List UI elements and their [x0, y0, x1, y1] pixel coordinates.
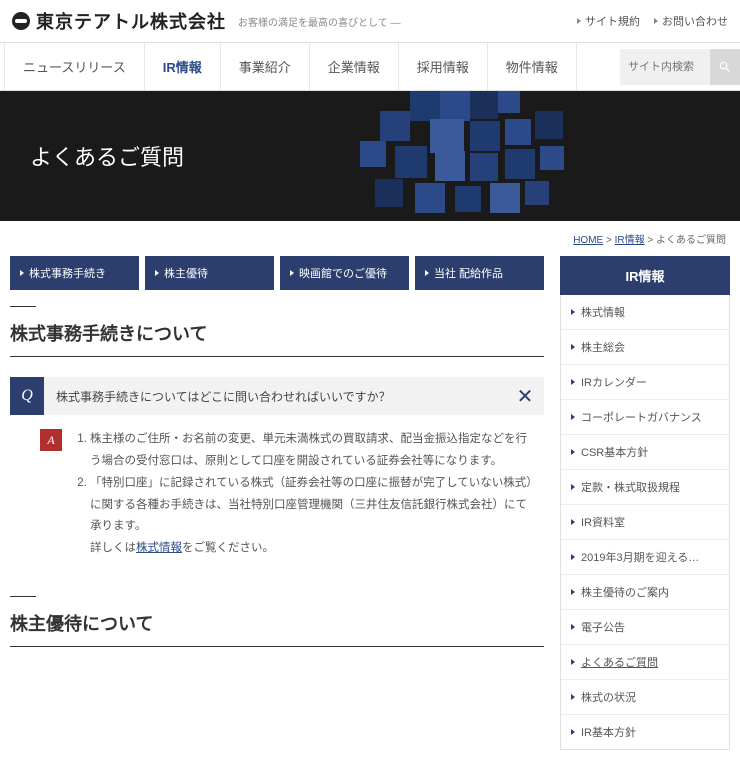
sidebar-item-7[interactable]: 2019年3月期を迎える… — [561, 540, 729, 575]
sidebar-item-9[interactable]: 電子公告 — [561, 610, 729, 645]
sidebar-item-3[interactable]: コーポレートガバナンス — [561, 400, 729, 435]
section-title-benefit: 株主優待について — [10, 610, 544, 647]
header-links: サイト規約 お問い合わせ — [577, 13, 728, 29]
breadcrumb-home[interactable]: HOME — [573, 235, 603, 246]
header: 東京テアトル株式会社 お客様の満足を最高の喜びとして — サイト規約 お問い合わ… — [0, 0, 740, 42]
search-icon — [718, 60, 732, 74]
tab-2[interactable]: 映画館でのご優待 — [280, 256, 409, 290]
company-name: 東京テアトル株式会社 — [36, 8, 226, 34]
tagline: お客様の満足を最高の喜びとして — — [238, 14, 400, 29]
q-badge: Q — [10, 377, 44, 415]
nav-item-4[interactable]: 採用情報 — [399, 43, 488, 90]
question-text: 株式事務手続きについてはどこに問い合わせればいいですか？ — [44, 388, 506, 405]
nav-item-0[interactable]: ニュースリリース — [4, 43, 145, 90]
sidebar-item-0[interactable]: 株式情報 — [561, 295, 729, 330]
sidebar-item-5[interactable]: 定款・株式取扱規程 — [561, 470, 729, 505]
page-title: よくあるご質問 — [30, 140, 184, 172]
qa-block: Q 株式事務手続きについてはどこに問い合わせればいいですか？ ✕ A 株主様のご… — [10, 377, 544, 560]
sidebar-item-1[interactable]: 株主総会 — [561, 330, 729, 365]
nav-item-1[interactable]: IR情報 — [145, 43, 221, 90]
answer-row: A 株主様のご住所・お名前の変更、単元未満株式の買取請求、配当金振込指定などを行… — [10, 415, 544, 560]
answer-item-1: 株主様のご住所・お名前の変更、単元未満株式の買取請求、配当金振込指定などを行う場… — [90, 429, 534, 473]
main-content: 株式事務手続き株主優待映画館でのご優待当社 配給作品 株式事務手続きについて Q… — [10, 256, 544, 750]
sidebar-item-4[interactable]: CSR基本方針 — [561, 435, 729, 470]
tab-1[interactable]: 株主優待 — [145, 256, 274, 290]
sidebar-list: 株式情報株主総会IRカレンダーコーポレートガバナンスCSR基本方針定款・株式取扱… — [560, 295, 730, 750]
sidebar-item-10[interactable]: よくあるご質問 — [561, 645, 729, 680]
section-title-stock: 株式事務手続きについて — [10, 320, 544, 357]
main-nav: ニュースリリースIR情報事業紹介企業情報採用情報物件情報 — [0, 42, 740, 91]
breadcrumb-ir[interactable]: IR情報 — [615, 235, 645, 246]
search-input[interactable] — [620, 61, 710, 73]
sidebar-item-12[interactable]: IR基本方針 — [561, 715, 729, 749]
breadcrumb: HOME > IR情報 > よくあるご質問 — [0, 221, 740, 256]
sidebar-item-11[interactable]: 株式の状況 — [561, 680, 729, 715]
sidebar-item-8[interactable]: 株主優待のご案内 — [561, 575, 729, 610]
nav-item-2[interactable]: 事業紹介 — [221, 43, 310, 90]
tab-3[interactable]: 当社 配給作品 — [415, 256, 544, 290]
nav-item-5[interactable]: 物件情報 — [488, 43, 577, 90]
search-box — [620, 49, 740, 85]
answer-item-2: 「特別口座」に記録されている株式（証券会社等の口座に振替が完了していない株式）に… — [90, 473, 534, 560]
nav-item-3[interactable]: 企業情報 — [310, 43, 399, 90]
sidebar-heading: IR情報 — [560, 256, 730, 295]
sidebar-item-2[interactable]: IRカレンダー — [561, 365, 729, 400]
a-badge: A — [40, 429, 62, 451]
sidebar-item-6[interactable]: IR資料室 — [561, 505, 729, 540]
link-contact[interactable]: お問い合わせ — [654, 13, 728, 29]
link-terms[interactable]: サイト規約 — [577, 13, 640, 29]
hero-pattern — [320, 91, 600, 221]
question-row[interactable]: Q 株式事務手続きについてはどこに問い合わせればいいですか？ ✕ — [10, 377, 544, 415]
logo-icon — [12, 12, 30, 30]
search-button[interactable] — [710, 49, 740, 85]
answer-body: 株主様のご住所・お名前の変更、単元未満株式の買取請求、配当金振込指定などを行う場… — [62, 429, 534, 560]
sidebar: IR情報 株式情報株主総会IRカレンダーコーポレートガバナンスCSR基本方針定款… — [560, 256, 730, 750]
breadcrumb-current: よくあるご質問 — [656, 235, 726, 246]
tab-row: 株式事務手続き株主優待映画館でのご優待当社 配給作品 — [10, 256, 544, 290]
link-stock-info[interactable]: 株式情報 — [136, 542, 182, 554]
hero: よくあるご質問 — [0, 91, 740, 221]
close-icon[interactable]: ✕ — [506, 384, 544, 409]
tab-0[interactable]: 株式事務手続き — [10, 256, 139, 290]
logo[interactable]: 東京テアトル株式会社 — [12, 8, 226, 34]
